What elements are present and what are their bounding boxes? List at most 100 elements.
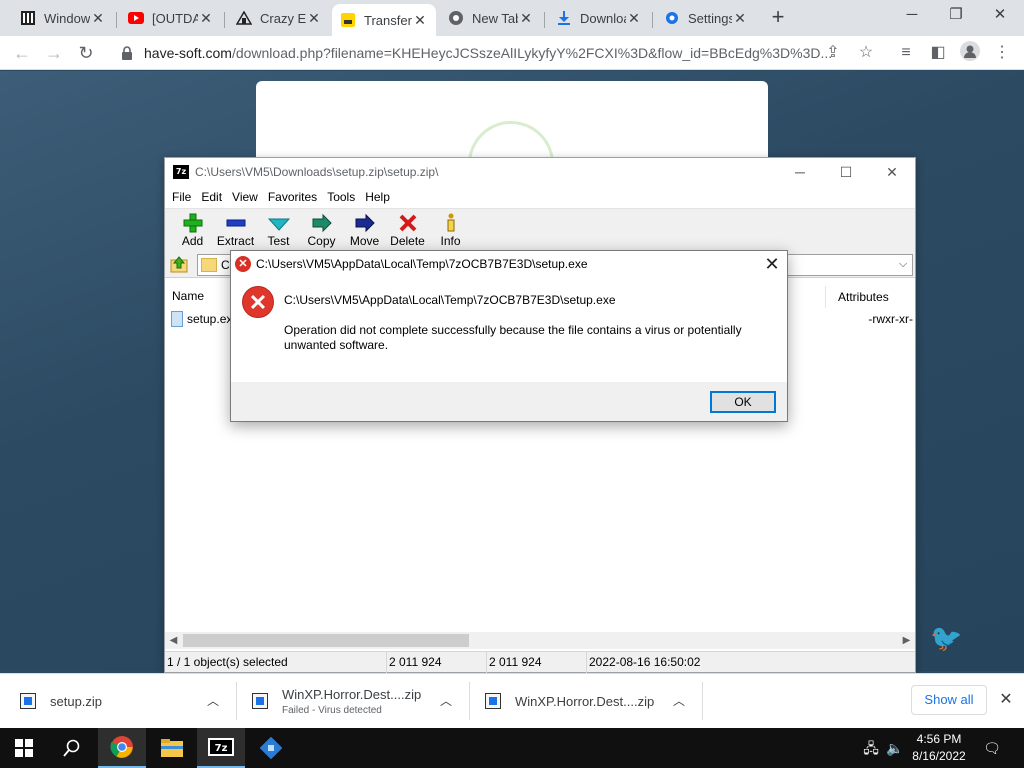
- browser-menu-icon[interactable]: ⋮: [990, 41, 1014, 65]
- chevron-down-icon[interactable]: ⌵: [894, 258, 912, 271]
- network-icon[interactable]: 🖧: [860, 728, 882, 768]
- media-queue-icon[interactable]: ≡: [894, 41, 918, 65]
- column-attributes[interactable]: Attributes: [825, 286, 915, 308]
- restore-button[interactable]: ❐: [936, 4, 976, 28]
- tab-transfer[interactable]: Transfer ✕: [332, 4, 436, 36]
- chrome-icon: [110, 736, 133, 758]
- address-bar[interactable]: have-soft.com/download.php?filename=KHEH…: [108, 39, 888, 67]
- chevron-up-icon[interactable]: ︿: [436, 692, 456, 709]
- status-selection: 1 / 1 object(s) selected: [165, 651, 387, 673]
- twitter-icon[interactable]: 🐦: [930, 623, 962, 654]
- close-tab-icon[interactable]: ✕: [412, 12, 428, 28]
- svg-text:7z: 7z: [215, 743, 228, 754]
- scroll-right-icon[interactable]: ▶: [898, 632, 915, 649]
- sevenzip-icon: 7z: [208, 738, 234, 756]
- new-tab-button[interactable]: +: [766, 6, 790, 30]
- dialog-footer: OK: [231, 382, 787, 421]
- close-tab-icon[interactable]: ✕: [626, 10, 642, 26]
- minimize-button[interactable]: ─: [777, 164, 823, 180]
- error-dialog: ✕ C:\Users\VM5\AppData\Local\Temp\7zOCB7…: [230, 250, 788, 422]
- clock-time: 4:56 PM: [916, 732, 962, 746]
- ok-button[interactable]: OK: [710, 391, 776, 413]
- forward-button[interactable]: →: [42, 41, 66, 65]
- chevron-up-icon[interactable]: ︿: [669, 692, 689, 709]
- taskbar-7zip[interactable]: 7z: [197, 728, 245, 768]
- taskbar-clock[interactable]: 4:56 PM 8/16/2022: [904, 731, 974, 765]
- file-attributes: -rwxr-xr-: [868, 312, 913, 326]
- close-tab-icon[interactable]: ✕: [518, 10, 534, 26]
- tab-new-tab[interactable]: New Tab ✕: [440, 4, 542, 32]
- close-shelf-icon[interactable]: ✕: [996, 689, 1016, 709]
- menu-view[interactable]: View: [227, 190, 263, 204]
- taskbar-chrome[interactable]: [98, 728, 146, 768]
- menu-edit[interactable]: Edit: [196, 190, 227, 204]
- menu-file[interactable]: File: [167, 190, 196, 204]
- tab-title: Settings: [688, 10, 732, 26]
- horizontal-scrollbar[interactable]: ◀ ▶: [165, 632, 915, 649]
- gear-icon: [664, 10, 680, 26]
- download-item[interactable]: WinXP.Horror.Dest....zip Failed - Virus …: [252, 674, 467, 728]
- folder-icon: [201, 257, 217, 272]
- close-tab-icon[interactable]: ✕: [732, 10, 748, 26]
- scroll-left-icon[interactable]: ◀: [165, 632, 182, 649]
- info-icon: [440, 213, 462, 233]
- zip-file-icon: [20, 693, 36, 709]
- chevron-up-icon[interactable]: ︿: [203, 692, 223, 709]
- copy-button[interactable]: Copy: [300, 213, 343, 248]
- add-button[interactable]: Add: [171, 213, 214, 248]
- downloads-shelf: setup.zip ︿ WinXP.Horror.Dest....zip Fai…: [0, 673, 1024, 728]
- move-button[interactable]: Move: [343, 213, 386, 248]
- notification-icon[interactable]: 🗨: [980, 728, 1004, 768]
- status-size: 2 011 924: [387, 651, 487, 673]
- tab-downloads[interactable]: Downloads ✕: [548, 4, 650, 32]
- bookmark-star-icon[interactable]: ☆: [854, 41, 878, 65]
- share-icon[interactable]: ⇪: [821, 41, 845, 65]
- menu-tools[interactable]: Tools: [322, 190, 360, 204]
- folder-up-icon[interactable]: [169, 255, 189, 275]
- sevenzip-app-icon: 7z: [173, 165, 189, 179]
- close-tab-icon[interactable]: ✕: [90, 10, 106, 26]
- tab-windows[interactable]: Windows ✕: [12, 4, 114, 32]
- close-button[interactable]: ✕: [869, 164, 915, 181]
- zip-file-icon: [485, 693, 501, 709]
- tab-crazy-error[interactable]: Crazy Error ✕: [228, 4, 330, 32]
- download-item[interactable]: WinXP.Horror.Dest....zip ︿: [485, 674, 700, 728]
- taskbar-file-explorer[interactable]: [148, 728, 196, 768]
- tab-outdated[interactable]: [OUTDATED] ✕: [120, 4, 222, 32]
- start-button[interactable]: [0, 728, 48, 768]
- maximize-button[interactable]: ☐: [823, 164, 869, 181]
- tab-title: New Tab: [472, 10, 518, 26]
- sevenzip-titlebar: 7z C:\Users\VM5\Downloads\setup.zip\setu…: [165, 158, 915, 186]
- profile-avatar-icon[interactable]: [958, 41, 982, 65]
- close-window-button[interactable]: ✕: [980, 4, 1020, 28]
- side-panel-icon[interactable]: ◧: [926, 41, 950, 65]
- download-icon: [556, 10, 572, 26]
- close-tab-icon[interactable]: ✕: [306, 10, 322, 26]
- taskbar-app[interactable]: [247, 728, 295, 768]
- download-name: WinXP.Horror.Dest....zip: [515, 693, 655, 709]
- delete-button[interactable]: Delete: [386, 213, 429, 248]
- file-icon: [171, 311, 183, 327]
- close-tab-icon[interactable]: ✕: [198, 10, 214, 26]
- reload-button[interactable]: ↻: [74, 41, 98, 65]
- menu-help[interactable]: Help: [360, 190, 395, 204]
- search-button[interactable]: [48, 728, 96, 768]
- extract-button[interactable]: Extract: [214, 213, 257, 248]
- menu-favorites[interactable]: Favorites: [263, 190, 322, 204]
- info-button[interactable]: Info: [429, 213, 472, 248]
- list-item[interactable]: setup.exe: [171, 310, 239, 328]
- dialog-close-button[interactable]: ✕: [757, 254, 787, 275]
- download-item[interactable]: setup.zip ︿: [20, 674, 235, 728]
- dialog-titlebar: ✕ C:\Users\VM5\AppData\Local\Temp\7zOCB7…: [231, 251, 787, 277]
- volume-icon[interactable]: 🔈: [884, 728, 906, 768]
- url-text: have-soft.com/download.php?filename=KHEH…: [144, 45, 833, 61]
- minimize-button[interactable]: ─: [892, 4, 932, 28]
- test-button[interactable]: Test: [257, 213, 300, 248]
- status-bar: 1 / 1 object(s) selected 2 011 924 2 011…: [165, 651, 915, 673]
- back-button[interactable]: ←: [10, 41, 34, 65]
- scroll-thumb[interactable]: [183, 634, 469, 647]
- tab-settings[interactable]: Settings ✕: [656, 4, 756, 32]
- column-name[interactable]: Name: [165, 289, 204, 303]
- show-all-button[interactable]: Show all: [911, 685, 987, 715]
- clock-date: 8/16/2022: [912, 749, 966, 763]
